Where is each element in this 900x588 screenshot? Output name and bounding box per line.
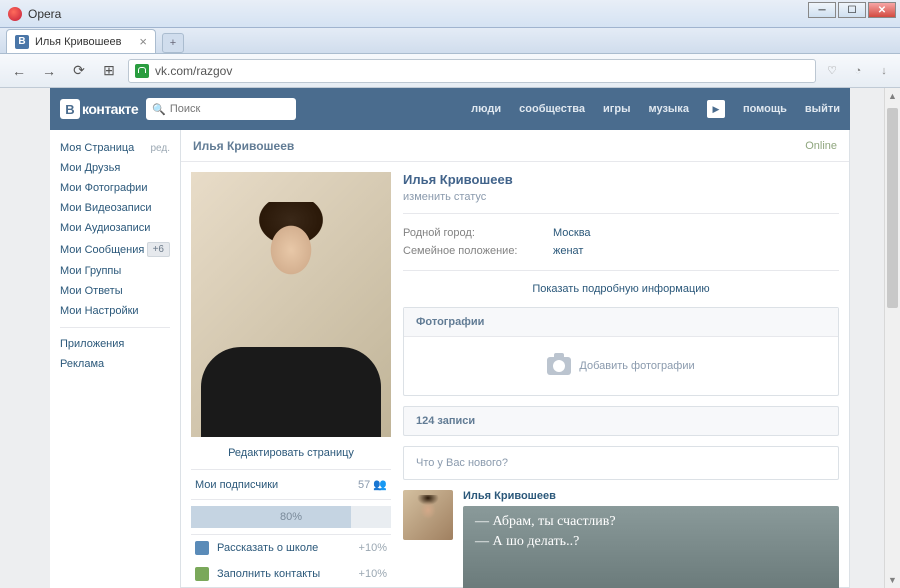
wall-header[interactable]: 124 записи xyxy=(403,406,839,436)
vk-logo-icon: В xyxy=(60,99,80,119)
page-viewport: В контакте 🔍 люди сообщества игры музыка… xyxy=(0,88,900,588)
sidebar-messages[interactable]: Мои Сообщения+6 xyxy=(50,238,180,261)
change-status-link[interactable]: изменить статус xyxy=(403,187,486,213)
hometown-value[interactable]: Москва xyxy=(553,227,591,239)
profile-avatar[interactable] xyxy=(191,172,391,437)
sidebar-photos[interactable]: Мои Фотографии xyxy=(50,178,180,198)
relationship-value: женат xyxy=(553,245,583,257)
vk-search[interactable]: 🔍 xyxy=(146,98,296,120)
camera-icon xyxy=(547,357,571,375)
vertical-scrollbar[interactable]: ▲ ▼ xyxy=(884,88,900,588)
back-button[interactable]: ← xyxy=(8,60,30,82)
nav-games[interactable]: игры xyxy=(603,103,630,115)
sidebar-ads[interactable]: Реклама xyxy=(50,354,180,374)
new-tab-button[interactable]: + xyxy=(162,33,184,53)
nav-people[interactable]: люди xyxy=(471,103,501,115)
show-more-info-link[interactable]: Показать подробную информацию xyxy=(403,271,839,307)
edit-page-link[interactable]: Редактировать страницу xyxy=(191,437,391,470)
reload-button[interactable]: ⟳ xyxy=(68,60,90,82)
vk-logo[interactable]: В контакте xyxy=(60,99,138,119)
address-input[interactable]: vk.com/razgov xyxy=(128,59,816,83)
profile-header-name: Илья Кривошеев xyxy=(193,139,294,153)
profile-name: Илья Кривошеев xyxy=(403,172,839,187)
relationship-label: Семейное положение: xyxy=(403,245,553,257)
post-author[interactable]: Илья Кривошеев xyxy=(463,490,839,506)
school-icon xyxy=(195,541,209,555)
sidebar-audio[interactable]: Мои Аудиозаписи xyxy=(50,218,180,238)
add-photos-button[interactable]: Добавить фотографии xyxy=(404,337,838,395)
people-icon: 👥 xyxy=(373,478,387,491)
window-minimize-button[interactable]: ─ xyxy=(808,2,836,18)
photos-header[interactable]: Фотографии xyxy=(404,308,838,337)
profile-header: Илья Кривошеев Online xyxy=(181,130,849,162)
post-avatar[interactable] xyxy=(403,490,453,540)
vk-logo-text: контакте xyxy=(82,101,138,117)
scrollbar-thumb[interactable] xyxy=(887,108,898,308)
bookmark-icon[interactable]: ♡ xyxy=(824,63,840,79)
sidebar-settings[interactable]: Мои Настройки xyxy=(50,301,180,321)
task-school[interactable]: Рассказать о школе +10% xyxy=(191,535,391,561)
wall-post: Илья Кривошеев — Абрам, ты счастлив? — А… xyxy=(403,490,839,588)
downloads-icon[interactable]: ↓ xyxy=(876,63,892,79)
window-maximize-button[interactable]: ☐ xyxy=(838,2,866,18)
nav-music[interactable]: музыка xyxy=(648,103,688,115)
window-title: Opera xyxy=(28,7,61,21)
browser-tab[interactable]: B Илья Кривошеев × xyxy=(6,29,156,53)
play-icon[interactable]: ▶ xyxy=(707,100,725,118)
sidebar-groups[interactable]: Мои Группы xyxy=(50,261,180,281)
address-bar: ← → ⟳ ⊞ vk.com/razgov ♡ ◔ ↓ xyxy=(0,54,900,88)
contacts-icon xyxy=(195,567,209,581)
info-column: Илья Кривошеев изменить статус Родной го… xyxy=(403,172,839,588)
speed-dial-button[interactable]: ⊞ xyxy=(98,60,120,82)
sidebar-answers[interactable]: Мои Ответы xyxy=(50,281,180,301)
search-icon: 🔍 xyxy=(152,103,166,116)
sidebar-videos[interactable]: Мои Видеозаписи xyxy=(50,198,180,218)
sidebar-apps[interactable]: Приложения xyxy=(50,334,180,354)
nav-help[interactable]: помощь xyxy=(743,103,787,115)
profile-progress-bar: 80% xyxy=(191,506,391,528)
nav-communities[interactable]: сообщества xyxy=(519,103,585,115)
photos-section: Фотографии Добавить фотографии xyxy=(403,307,839,396)
wall-input[interactable]: Что у Вас нового? xyxy=(403,446,839,480)
sidebar-my-page[interactable]: Моя Страницаред. xyxy=(50,138,180,158)
messages-badge: +6 xyxy=(147,242,170,257)
subscribers-row[interactable]: Мои подписчики 57👥 xyxy=(191,470,391,500)
tab-title: Илья Кривошеев xyxy=(35,36,133,48)
opera-logo-icon xyxy=(8,7,22,21)
online-status: Online xyxy=(805,140,837,152)
vk-sidebar: Моя Страницаред. Мои Друзья Мои Фотограф… xyxy=(50,130,180,588)
hometown-label: Родной город: xyxy=(403,227,553,239)
window-close-button[interactable]: ✕ xyxy=(868,2,896,18)
sidebar-edit-link[interactable]: ред. xyxy=(150,143,170,154)
sidebar-separator xyxy=(60,327,170,328)
nav-logout[interactable]: выйти xyxy=(805,103,840,115)
avatar-column: Редактировать страницу Мои подписчики 57… xyxy=(191,172,391,588)
vk-header: В контакте 🔍 люди сообщества игры музыка… xyxy=(50,88,850,130)
url-text: vk.com/razgov xyxy=(155,64,232,78)
tab-bar: B Илья Кривошеев × + xyxy=(0,28,900,54)
vk-favicon-icon: B xyxy=(15,35,29,49)
sidebar-friends[interactable]: Мои Друзья xyxy=(50,158,180,178)
post-image[interactable]: — Абрам, ты счастлив? — А шо делать..? xyxy=(463,506,839,588)
tab-close-icon[interactable]: × xyxy=(139,34,147,49)
scroll-up-icon[interactable]: ▲ xyxy=(885,88,900,104)
lock-icon xyxy=(135,64,149,78)
opera-turbo-icon[interactable]: ◔ xyxy=(850,63,866,79)
search-input[interactable] xyxy=(170,103,290,115)
window-titlebar: Opera ─ ☐ ✕ xyxy=(0,0,900,28)
vk-main: Илья Кривошеев Online Редактировать стра… xyxy=(180,130,850,588)
scroll-down-icon[interactable]: ▼ xyxy=(885,572,900,588)
forward-button[interactable]: → xyxy=(38,60,60,82)
task-contacts[interactable]: Заполнить контакты +10% xyxy=(191,561,391,587)
